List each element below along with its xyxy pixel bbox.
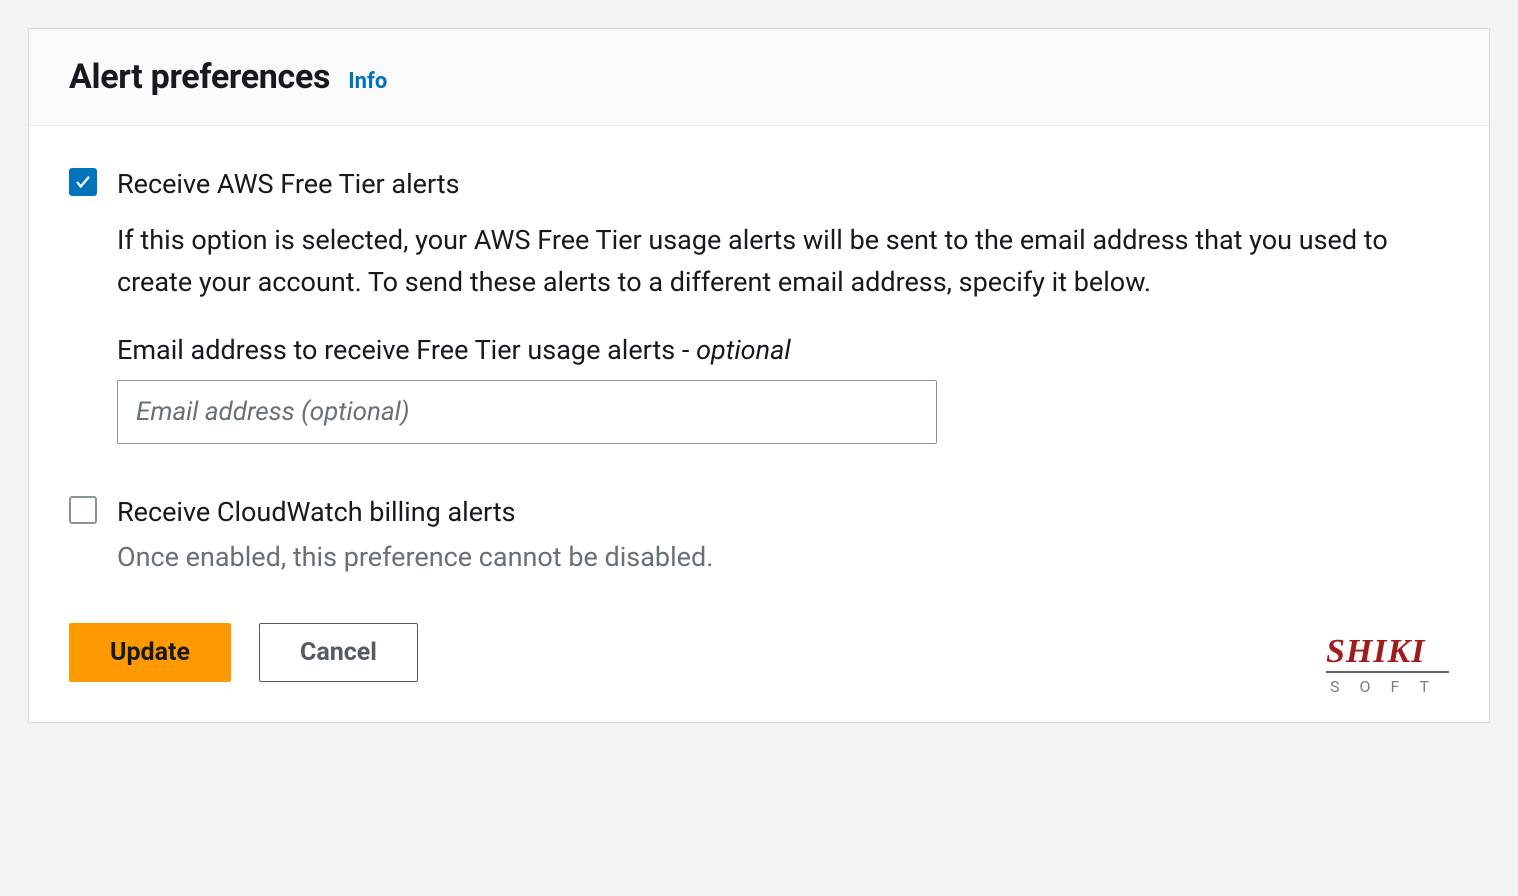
- info-link[interactable]: Info: [348, 69, 387, 94]
- cloudwatch-help: Once enabled, this preference cannot be …: [117, 537, 1449, 578]
- cloudwatch-content: Receive CloudWatch billing alerts Once e…: [117, 494, 1449, 577]
- watermark-sub: SOFT: [1326, 677, 1449, 696]
- cloudwatch-label: Receive CloudWatch billing alerts: [117, 494, 1449, 530]
- check-icon: [74, 173, 92, 191]
- free-tier-checkbox[interactable]: [69, 168, 97, 196]
- cancel-button[interactable]: Cancel: [259, 623, 418, 682]
- email-field-block: Email address to receive Free Tier usage…: [117, 334, 1449, 444]
- cloudwatch-checkbox[interactable]: [69, 496, 97, 524]
- email-input[interactable]: [117, 380, 937, 444]
- update-button[interactable]: Update: [69, 623, 231, 682]
- watermark: SHIKI SOFT: [1326, 635, 1449, 696]
- email-label-optional: optional: [696, 334, 791, 366]
- email-field-label: Email address to receive Free Tier usage…: [117, 334, 1449, 366]
- panel-header: Alert preferences Info: [29, 29, 1489, 126]
- free-tier-label: Receive AWS Free Tier alerts: [117, 166, 1449, 202]
- email-label-main: Email address to receive Free Tier usage…: [117, 334, 696, 366]
- button-row: Update Cancel: [69, 623, 1449, 682]
- free-tier-option: Receive AWS Free Tier alerts If this opt…: [69, 166, 1449, 444]
- cloudwatch-option: Receive CloudWatch billing alerts Once e…: [69, 494, 1449, 577]
- free-tier-content: Receive AWS Free Tier alerts If this opt…: [117, 166, 1449, 444]
- free-tier-description: If this option is selected, your AWS Fre…: [117, 220, 1449, 304]
- panel-body: Receive AWS Free Tier alerts If this opt…: [29, 126, 1489, 722]
- alert-preferences-panel: Alert preferences Info Receive AWS Free …: [28, 28, 1490, 723]
- panel-title: Alert preferences: [69, 57, 330, 97]
- watermark-brand: SHIKI: [1326, 635, 1449, 673]
